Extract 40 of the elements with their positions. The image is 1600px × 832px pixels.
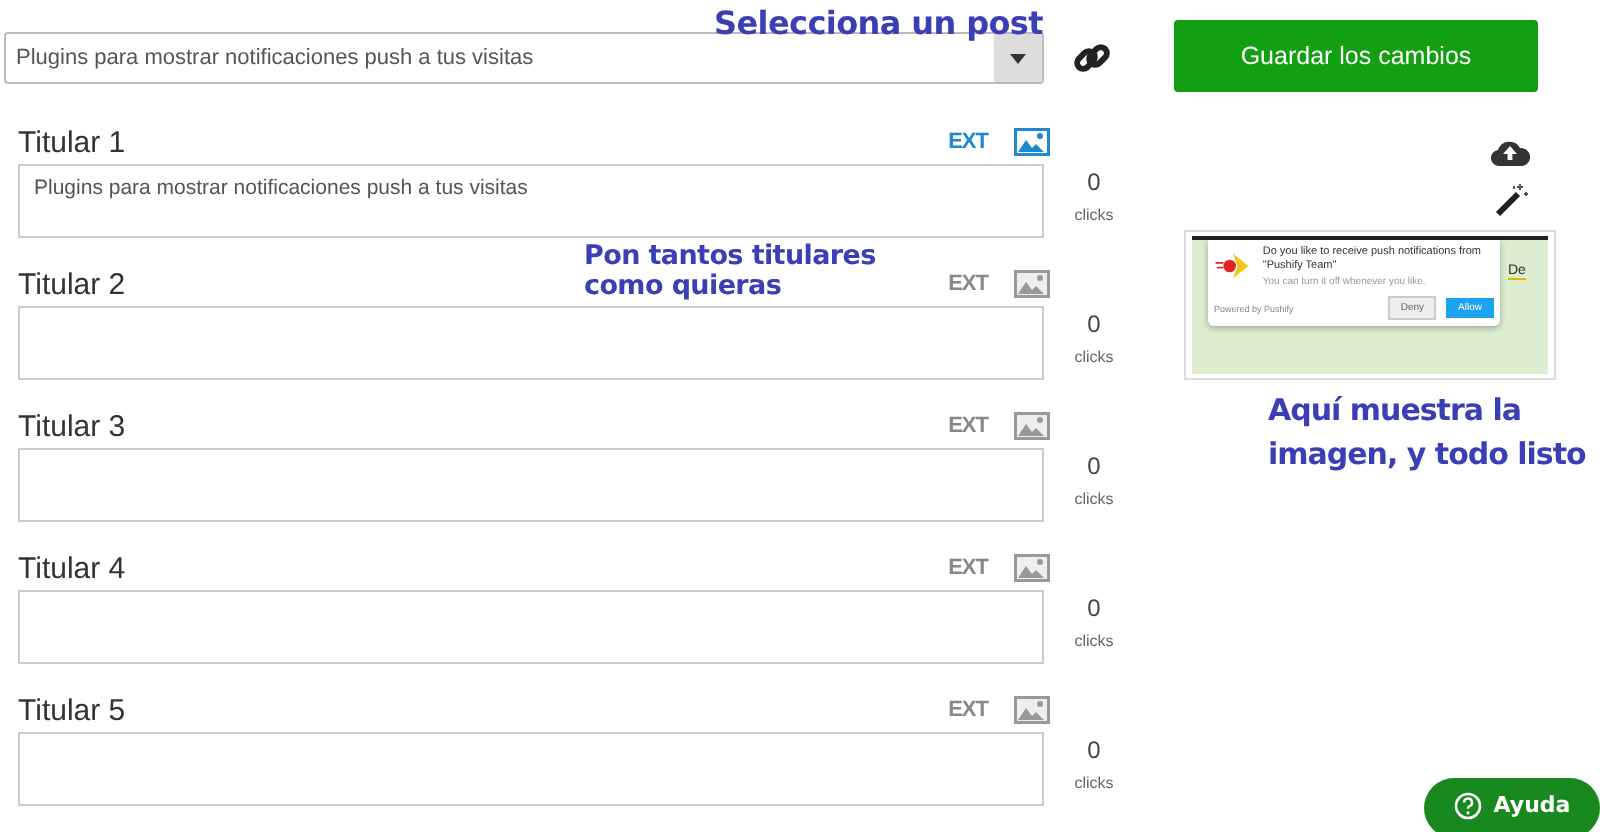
headline-field[interactable] (18, 306, 1044, 380)
cloud-upload-icon[interactable] (1490, 136, 1530, 168)
help-icon (1453, 791, 1482, 819)
clicks-count: 0 (1087, 168, 1101, 196)
select-value: Plugins para mostrar notificaciones push a tus visitas (14, 46, 536, 70)
headline-label: Titular 2 (18, 267, 126, 301)
headline-label: Titular 1 (18, 125, 126, 159)
clicks-label: clicks (1074, 206, 1114, 224)
headline-field[interactable] (18, 590, 1044, 664)
headline-field[interactable] (18, 732, 1044, 806)
clicks-count: 0 (1087, 736, 1101, 764)
magic-wand-icon[interactable] (1494, 182, 1530, 218)
headline-label: Titular 5 (18, 693, 126, 727)
image-icon[interactable] (1014, 554, 1050, 582)
ext-toggle[interactable]: EXT (948, 698, 988, 722)
clicks-label: clicks (1074, 490, 1114, 508)
annotation-text: Aquí muestra la imagen, y todo listo (1268, 390, 1586, 476)
ext-toggle[interactable]: EXT (948, 130, 988, 154)
annotation-text: Pon tantos titulares como quieras (584, 242, 876, 302)
image-icon[interactable] (1014, 696, 1050, 724)
help-button[interactable]: Ayuda (1424, 778, 1600, 832)
image-icon[interactable] (1014, 412, 1050, 440)
ext-toggle[interactable]: EXT (948, 272, 988, 296)
headline-field[interactable] (18, 448, 1044, 522)
image-icon[interactable] (1014, 270, 1050, 298)
image-icon[interactable] (1014, 128, 1050, 156)
clicks-label: clicks (1074, 348, 1114, 366)
headline-label: Titular 3 (18, 409, 126, 443)
caret-icon (1010, 53, 1026, 63)
ext-toggle[interactable]: EXT (948, 414, 988, 438)
save-button[interactable]: Guardar los cambios (1174, 20, 1538, 92)
link-icon[interactable] (1072, 38, 1112, 78)
clicks-count: 0 (1087, 310, 1101, 338)
clicks-label: clicks (1074, 632, 1114, 650)
headline-field[interactable]: Plugins para mostrar notificaciones push a tus visitas (18, 164, 1044, 238)
clicks-count: 0 (1087, 452, 1101, 480)
clicks-count: 0 (1087, 594, 1101, 622)
ext-toggle[interactable]: EXT (948, 556, 988, 580)
clicks-label: clicks (1074, 774, 1114, 792)
headline-label: Titular 4 (18, 551, 126, 585)
